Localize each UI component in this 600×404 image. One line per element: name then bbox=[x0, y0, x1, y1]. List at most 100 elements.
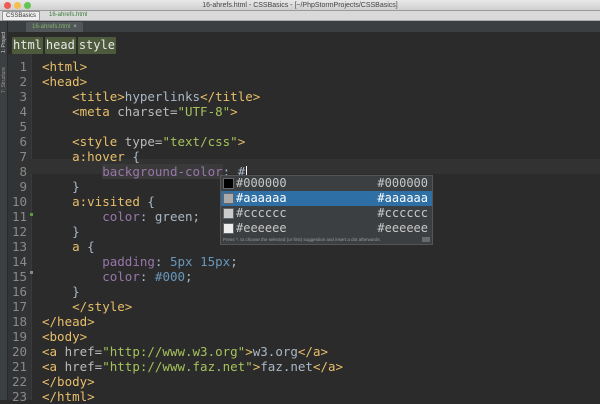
code-token: padding bbox=[102, 254, 155, 269]
code-line[interactable]: 7 a:hover { bbox=[10, 149, 598, 164]
code-line[interactable]: 2 <head> bbox=[10, 74, 598, 89]
code-token: : bbox=[154, 254, 170, 269]
navigation-bar: CSSBasics 16-ahrefs.html bbox=[0, 11, 600, 21]
color-swatch-icon bbox=[223, 208, 234, 219]
close-tab-icon[interactable]: × bbox=[73, 24, 77, 30]
suggestion-value: #aaaaaa bbox=[377, 191, 428, 205]
breadcrumb-html[interactable]: html bbox=[12, 37, 43, 54]
code-token: </a> bbox=[312, 359, 344, 374]
line-number: 3 bbox=[19, 89, 27, 104]
code-token: "http://www.w3.org" bbox=[102, 344, 246, 359]
code-token: </body> bbox=[42, 374, 95, 389]
code-line[interactable]: 3 <title>hyperlinks</title> bbox=[10, 89, 598, 104]
line-number: 8 bbox=[19, 164, 27, 179]
line-number: 23 bbox=[11, 389, 27, 404]
code-line[interactable]: 1 <html> bbox=[10, 59, 598, 74]
line-text: a { bbox=[42, 239, 95, 254]
breadcrumb-head[interactable]: head bbox=[44, 37, 76, 54]
editor-tab-bar: 16-ahrefs.html × bbox=[8, 21, 600, 33]
line-number: 12 bbox=[11, 224, 27, 239]
line-number: 4 bbox=[19, 104, 27, 119]
line-text: </head> bbox=[42, 314, 95, 329]
code-line[interactable]: 15 color: #000; bbox=[10, 269, 598, 284]
code-token: { bbox=[79, 239, 95, 254]
line-number: 9 bbox=[19, 179, 27, 194]
code-line[interactable]: 21 <a href="http://www.faz.net">faz.net</… bbox=[10, 359, 598, 374]
code-line[interactable]: 6 <style type="text/css"> bbox=[10, 134, 598, 149]
line-number: 17 bbox=[11, 299, 27, 314]
line-text: } bbox=[42, 179, 80, 194]
line-number: 14 bbox=[11, 254, 27, 269]
code-token: <a bbox=[42, 344, 65, 359]
line-number: 20 bbox=[11, 344, 27, 359]
line-number: 13 bbox=[11, 239, 27, 254]
code-line[interactable]: 23 </html> bbox=[10, 389, 598, 404]
code-token: </title> bbox=[200, 89, 261, 104]
code-token: <a bbox=[42, 359, 65, 374]
project-tool-button[interactable]: 1: Project bbox=[0, 27, 8, 57]
code-token: hyperlinks bbox=[124, 89, 201, 104]
code-line[interactable]: 20 <a href="http://www.w3.org">w3.org</a> bbox=[10, 344, 598, 359]
nav-project-crumb[interactable]: CSSBasics bbox=[2, 11, 41, 21]
code-line[interactable]: 22 </body> bbox=[10, 374, 598, 389]
code-line[interactable]: 16 } bbox=[10, 284, 598, 299]
line-text: </html> bbox=[42, 389, 95, 404]
autocomplete-item[interactable]: #cccccc #cccccc bbox=[221, 206, 432, 221]
autocomplete-item[interactable]: #aaaaaa #aaaaaa bbox=[221, 191, 432, 206]
nav-file-crumb[interactable]: 16-ahrefs.html bbox=[46, 11, 90, 20]
line-number: 11 bbox=[11, 209, 27, 224]
tool-window-strip: 1: Project 7: Structure bbox=[0, 21, 8, 400]
code-line[interactable]: 4 <meta charset="UTF-8"> bbox=[10, 104, 598, 119]
code-token: </head> bbox=[42, 314, 95, 329]
code-token: <html> bbox=[42, 59, 88, 74]
code-token: 5px 15px bbox=[169, 254, 231, 269]
line-number: 7 bbox=[19, 149, 27, 164]
line-number: 6 bbox=[19, 134, 27, 149]
code-line[interactable]: 17 </style> bbox=[10, 299, 598, 314]
autocomplete-item[interactable]: #000000 #000000 bbox=[221, 176, 432, 191]
code-token: > bbox=[245, 344, 253, 359]
code-token: : green; bbox=[139, 209, 201, 224]
line-number: 15 bbox=[11, 269, 27, 284]
line-text: <a href="http://www.w3.org">w3.org</a> bbox=[42, 344, 328, 359]
color-swatch-icon bbox=[223, 193, 234, 204]
code-line[interactable]: 19 <body> bbox=[10, 329, 598, 344]
breadcrumb-style[interactable]: style bbox=[77, 37, 116, 54]
autocomplete-item[interactable]: #eeeeee #eeeeee bbox=[221, 221, 432, 236]
line-number: 22 bbox=[11, 374, 27, 389]
suggestion-name: #000000 bbox=[236, 176, 287, 190]
line-text: color: green; bbox=[42, 209, 200, 224]
code-token: } bbox=[42, 284, 80, 299]
code-token: w3.org bbox=[252, 344, 298, 359]
line-text: <a href="http://www.faz.net">faz.net</a> bbox=[42, 359, 343, 374]
code-token: "UTF-8" bbox=[177, 104, 231, 119]
hint-options-icon[interactable] bbox=[422, 237, 430, 242]
code-line[interactable]: 18 </head> bbox=[10, 314, 598, 329]
code-token: } bbox=[42, 179, 80, 194]
structure-tool-button[interactable]: 7: Structure bbox=[0, 65, 8, 95]
line-text: <style type="text/css"> bbox=[42, 134, 245, 149]
code-line[interactable]: 5 bbox=[10, 119, 598, 134]
code-token: background-color bbox=[102, 164, 223, 179]
line-text: a:hover { bbox=[42, 149, 140, 164]
code-line[interactable]: 14 padding: 5px 15px; bbox=[10, 254, 598, 269]
line-number: 16 bbox=[11, 284, 27, 299]
code-token: a:visited bbox=[72, 194, 140, 209]
line-number: 10 bbox=[11, 194, 27, 209]
code-token: ; bbox=[230, 254, 238, 269]
line-number: 2 bbox=[19, 74, 27, 89]
code-token: { bbox=[124, 149, 140, 164]
suggestion-value: #eeeeee bbox=[377, 221, 428, 235]
line-text: padding: 5px 15px; bbox=[42, 254, 238, 269]
editor-tab[interactable]: 16-ahrefs.html × bbox=[26, 22, 83, 32]
code-token: </style> bbox=[72, 299, 133, 314]
line-number: 18 bbox=[11, 314, 27, 329]
autocomplete-popup: Press ^. to choose the selected (or firs… bbox=[220, 175, 433, 245]
